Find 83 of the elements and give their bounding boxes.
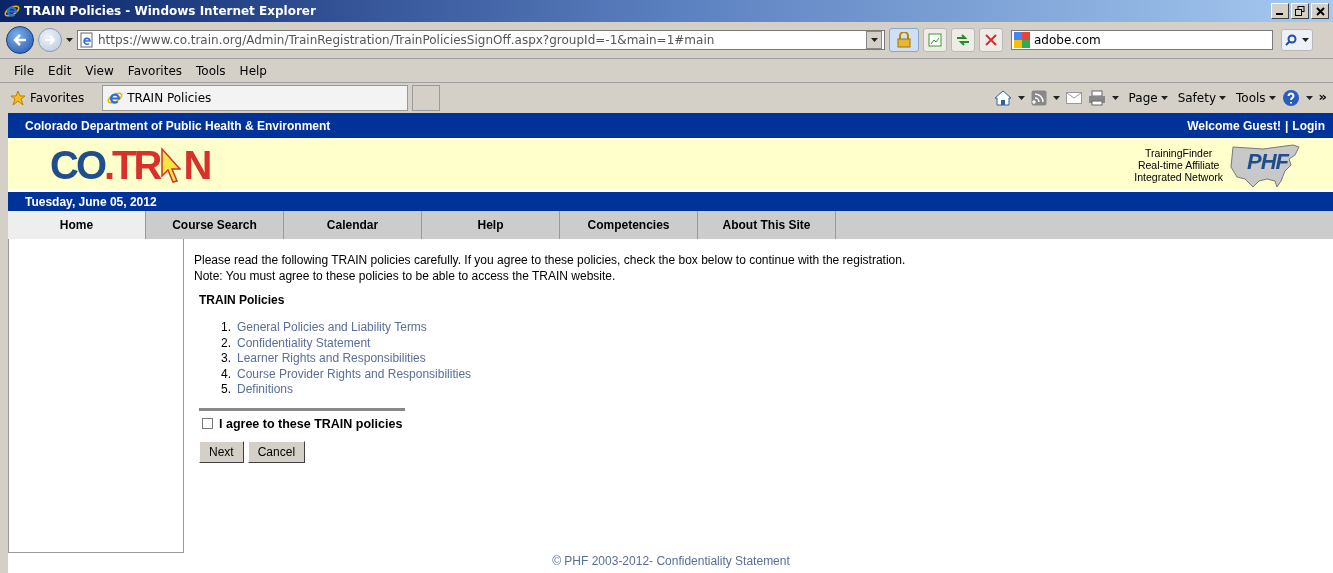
list-number: 3. xyxy=(221,351,231,367)
instruction-text: Note: You must agree to these policies to be able to access the TRAIN website. xyxy=(194,268,617,284)
padlock-icon xyxy=(897,32,911,48)
refresh-icon xyxy=(955,33,971,47)
restore-button[interactable] xyxy=(1291,3,1309,19)
minimize-button[interactable] xyxy=(1271,3,1289,19)
print-icon[interactable] xyxy=(1087,90,1106,106)
command-menu[interactable]: Safety xyxy=(1177,91,1227,105)
address-field[interactable]: https://www.co.train.org/Admin/TrainRegistration/TrainPoliciesSignOff.aspx?groupId=-1&main=1#main xyxy=(77,30,885,50)
site-logo[interactable]: CO.TR N xyxy=(50,145,210,185)
welcome-text: Welcome Guest! xyxy=(1187,118,1281,133)
phf-logo-text: PHF xyxy=(1247,149,1288,175)
refresh-button[interactable] xyxy=(951,28,975,52)
caret-icon xyxy=(1268,96,1276,100)
menu-item[interactable]: Favorites xyxy=(121,63,191,78)
restore-icon xyxy=(1295,6,1305,16)
ie-icon xyxy=(107,90,124,106)
command-menu[interactable]: Page xyxy=(1128,91,1168,105)
instruction-text: Please read the following TRAIN policies carefully. If you agree to these policies, check the box below to continue with the registration. xyxy=(194,252,907,268)
search-caret-icon[interactable] xyxy=(1302,38,1310,42)
star-icon xyxy=(10,90,26,106)
menu-item[interactable]: Help xyxy=(233,63,275,78)
window-title: TRAIN Policies - Windows Internet Explorer xyxy=(24,4,316,18)
history-caret-icon[interactable] xyxy=(66,38,73,42)
menu-item[interactable]: View xyxy=(79,63,122,78)
search-button[interactable] xyxy=(1281,29,1313,51)
caret-icon xyxy=(1160,96,1168,100)
us-map-icon xyxy=(1229,141,1303,189)
back-button[interactable] xyxy=(6,26,34,54)
browser-tab[interactable]: TRAIN Policies xyxy=(102,85,409,111)
footer-text: © PHF 2003-2012- Confidentiality Statement xyxy=(551,554,791,568)
login-link[interactable]: Login xyxy=(1292,118,1325,133)
close-button[interactable] xyxy=(1311,3,1329,19)
policy-link[interactable]: Definitions xyxy=(237,382,294,398)
search-icon xyxy=(1284,34,1297,46)
cursor-icon xyxy=(161,147,182,183)
form-button[interactable]: Cancel xyxy=(247,440,306,463)
separator: | xyxy=(1285,118,1289,133)
form-button[interactable]: Next xyxy=(199,440,244,463)
list-number: 1. xyxy=(221,320,231,336)
search-field[interactable]: adobe.com xyxy=(1011,30,1273,50)
help-caret-icon[interactable] xyxy=(1305,96,1313,100)
policies-heading: TRAIN Policies xyxy=(199,293,286,307)
agency-name: Colorado Department of Public Health & Environment xyxy=(25,118,331,133)
command-menu[interactable]: Tools xyxy=(1236,91,1276,105)
favorites-button[interactable]: Favorites xyxy=(10,90,85,106)
home-icon[interactable] xyxy=(993,90,1012,106)
menu-item[interactable]: Edit xyxy=(42,63,80,78)
date-text: Tuesday, June 05, 2012 xyxy=(25,194,157,209)
list-number: 4. xyxy=(221,366,231,382)
policy-link[interactable]: General Policies and Liability Terms xyxy=(237,320,427,336)
stop-button[interactable] xyxy=(979,28,1003,52)
tagline: Integrated Network xyxy=(1134,171,1223,183)
caret-icon xyxy=(1219,96,1227,100)
agree-checkbox[interactable] xyxy=(202,418,213,429)
search-provider-icon xyxy=(1014,32,1030,48)
chart-page-icon xyxy=(928,33,942,47)
list-number: 2. xyxy=(221,335,231,351)
menu-item[interactable]: Tools xyxy=(190,63,234,78)
close-icon xyxy=(1315,6,1325,16)
home-caret-icon[interactable] xyxy=(1017,96,1025,100)
mail-icon[interactable] xyxy=(1065,92,1082,104)
feed-caret-icon[interactable] xyxy=(1052,96,1060,100)
feed-icon[interactable] xyxy=(1030,90,1047,106)
policy-link[interactable]: Confidentiality Statement xyxy=(237,335,371,351)
print-caret-icon[interactable] xyxy=(1111,96,1119,100)
menu-item[interactable]: File xyxy=(8,63,43,78)
help-icon[interactable] xyxy=(1281,89,1300,107)
address-dropdown-button[interactable] xyxy=(866,31,882,49)
back-arrow-icon xyxy=(13,34,27,46)
page-icon xyxy=(80,32,94,48)
forward-arrow-icon xyxy=(44,35,56,45)
more-commands[interactable]: » xyxy=(1318,89,1327,104)
ie-icon xyxy=(4,3,20,19)
policy-link[interactable]: Learner Rights and Responsibilities xyxy=(237,351,426,367)
agree-label[interactable]: I agree to these TRAIN policies xyxy=(219,416,403,431)
tagline: Real-time Affiliate xyxy=(1137,159,1220,171)
policy-link[interactable]: Course Provider Rights and Responsibilities xyxy=(237,366,472,382)
stop-icon xyxy=(985,34,997,46)
tagline: TrainingFinder xyxy=(1145,147,1213,159)
nav-tab[interactable]: Home xyxy=(8,211,146,239)
dropdown-caret-icon[interactable] xyxy=(870,38,878,42)
list-number: 5. xyxy=(221,382,231,398)
